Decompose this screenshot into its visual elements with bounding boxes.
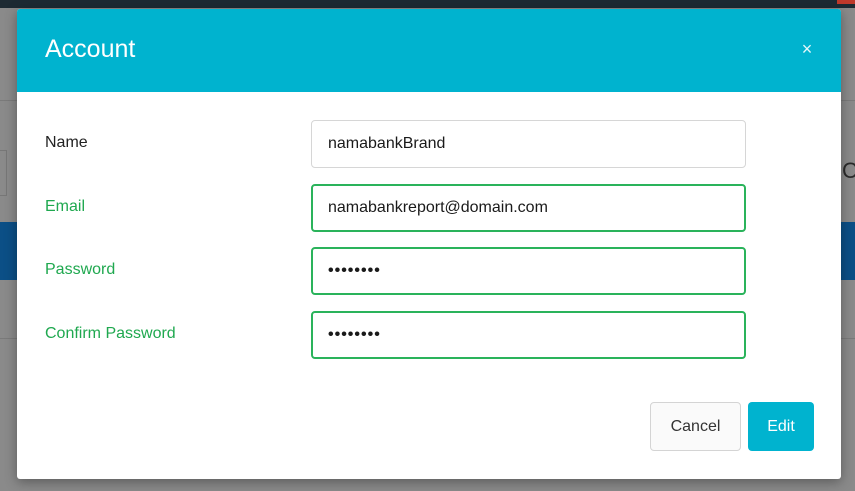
email-field[interactable] <box>311 184 746 232</box>
dialog-header: Account × <box>17 9 841 92</box>
name-row: Name <box>17 120 841 170</box>
confirm-password-field[interactable] <box>311 311 746 359</box>
confirm-password-row: Confirm Password <box>17 311 841 361</box>
password-label: Password <box>45 261 116 278</box>
email-row: Email <box>17 184 841 234</box>
background-accent <box>837 0 855 4</box>
edit-button[interactable]: Edit <box>748 402 814 451</box>
close-icon[interactable]: × <box>797 39 817 59</box>
confirm-password-label: Confirm Password <box>45 325 176 342</box>
name-label: Name <box>45 134 88 151</box>
password-row: Password <box>17 247 841 297</box>
cancel-button[interactable]: Cancel <box>650 402 741 451</box>
password-field[interactable] <box>311 247 746 295</box>
background-topbar <box>0 0 855 8</box>
background-panel-edge <box>0 150 7 196</box>
email-label: Email <box>45 198 86 215</box>
background-glyph: C <box>842 158 855 183</box>
name-field[interactable] <box>311 120 746 168</box>
dialog-title: Account <box>45 35 136 63</box>
account-dialog: Account × Name Email Password Confirm Pa… <box>17 9 841 479</box>
